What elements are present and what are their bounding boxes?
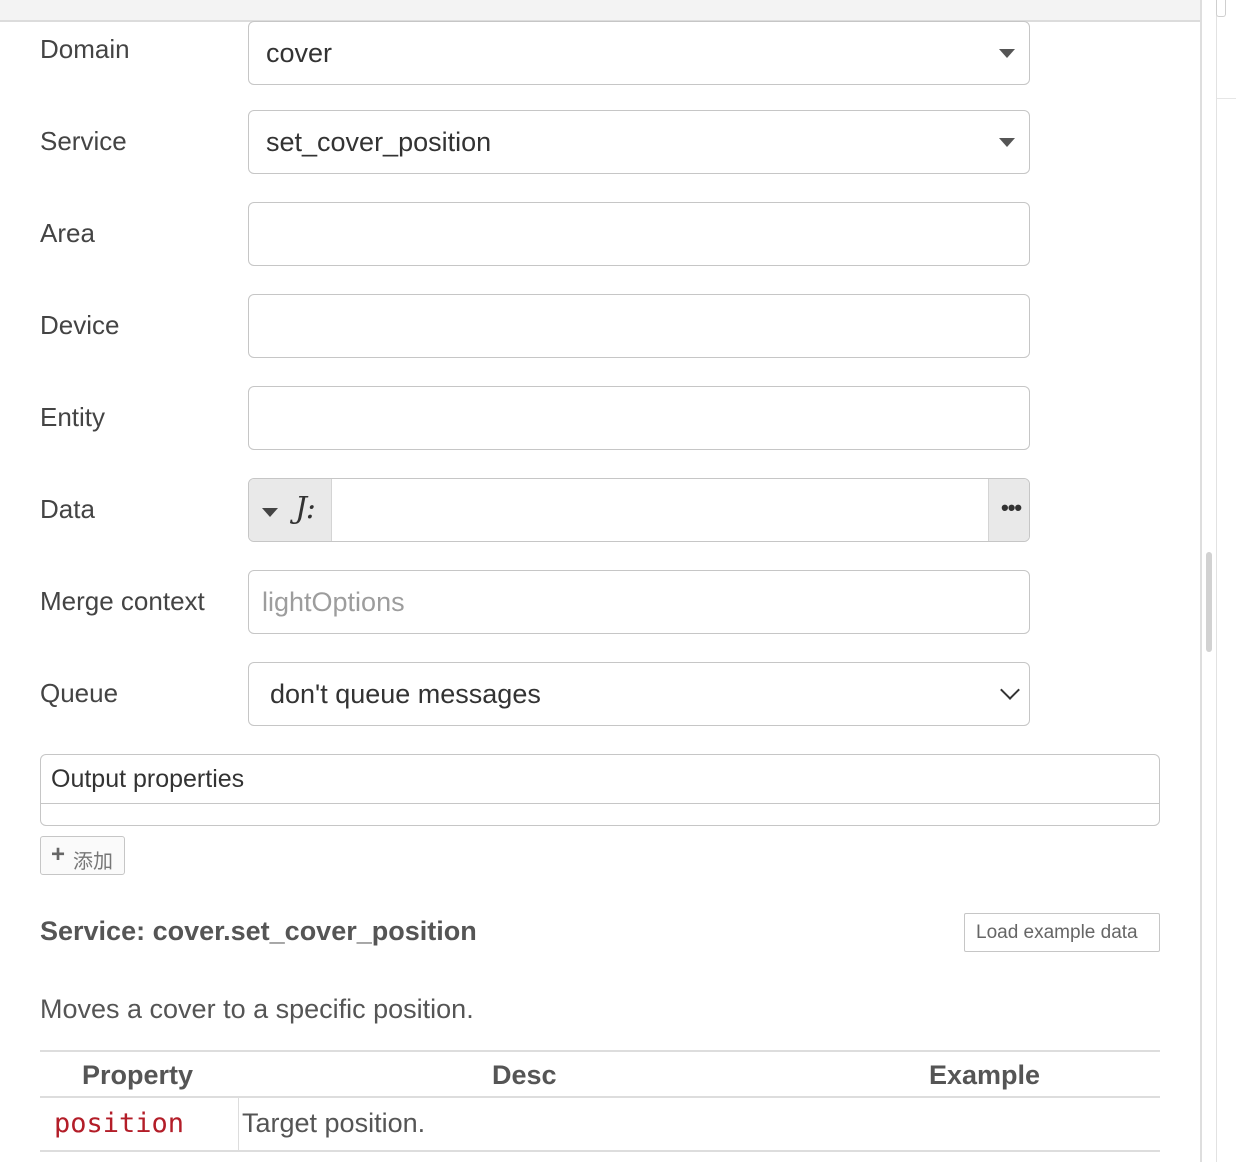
table-top-border <box>40 1050 1160 1052</box>
merge-context-label: Merge context <box>40 586 205 616</box>
output-properties-header: Output properties <box>51 765 245 793</box>
merge-context-placeholder: lightOptions <box>262 587 405 617</box>
table-header-desc: Desc <box>492 1060 557 1090</box>
load-example-data-button[interactable]: Load example data <box>964 913 1160 952</box>
table-header-example: Example <box>929 1060 1041 1090</box>
property-name: position <box>54 1108 185 1139</box>
area-label: Area <box>40 218 95 248</box>
load-example-data-label: Load example data <box>976 922 1138 943</box>
domain-label: Domain <box>40 34 130 64</box>
plus-icon: + <box>51 841 66 868</box>
property-desc: Target position. <box>242 1108 426 1138</box>
panel-divider-3 <box>1217 98 1236 99</box>
device-input[interactable] <box>248 294 1030 358</box>
data-label: Data <box>40 494 95 524</box>
right-panel-edge <box>1200 0 1236 1162</box>
area-input[interactable] <box>248 202 1030 266</box>
json-type-icon: J: <box>295 491 316 526</box>
type-selector-button[interactable]: J: <box>249 479 332 541</box>
entity-input[interactable] <box>248 386 1030 450</box>
panel-divider-2 <box>1216 0 1217 1162</box>
table-row: position <box>40 1098 239 1152</box>
resize-handle[interactable] <box>1216 0 1226 17</box>
caret-down-icon[interactable] <box>999 138 1015 147</box>
domain-value: cover <box>266 38 333 68</box>
data-typed-input[interactable]: J: ••• <box>248 478 1030 542</box>
scrollbar-thumb[interactable] <box>1206 552 1212 652</box>
service-title: Service: cover.set_cover_position <box>40 916 477 946</box>
device-label: Device <box>40 310 120 340</box>
top-bar <box>0 0 1200 22</box>
queue-value: don't queue messages <box>270 679 541 709</box>
add-button-label: 添加 <box>73 849 113 873</box>
merge-context-input[interactable]: lightOptions <box>248 570 1030 634</box>
table-header-property: Property <box>82 1060 194 1090</box>
panel-divider <box>1200 0 1202 1162</box>
chevron-down-icon[interactable] <box>1000 680 1020 700</box>
table-row-border <box>40 1150 1160 1152</box>
service-select[interactable]: set_cover_position <box>248 110 1030 174</box>
add-output-property-button[interactable]: + 添加 <box>40 836 125 875</box>
output-properties-list: Output properties <box>40 754 1160 826</box>
service-label: Service <box>40 126 127 156</box>
entity-label: Entity <box>40 402 106 432</box>
queue-select[interactable]: don't queue messages <box>248 662 1030 726</box>
divider <box>41 803 1159 804</box>
caret-down-icon <box>262 508 278 517</box>
expand-editor-button[interactable]: ••• <box>988 479 1029 541</box>
caret-down-icon[interactable] <box>999 49 1015 58</box>
ellipsis-icon: ••• <box>1001 495 1022 520</box>
service-value: set_cover_position <box>266 127 492 157</box>
domain-select[interactable]: cover <box>248 21 1030 85</box>
service-description: Moves a cover to a specific position. <box>40 994 474 1024</box>
queue-label: Queue <box>40 678 119 708</box>
